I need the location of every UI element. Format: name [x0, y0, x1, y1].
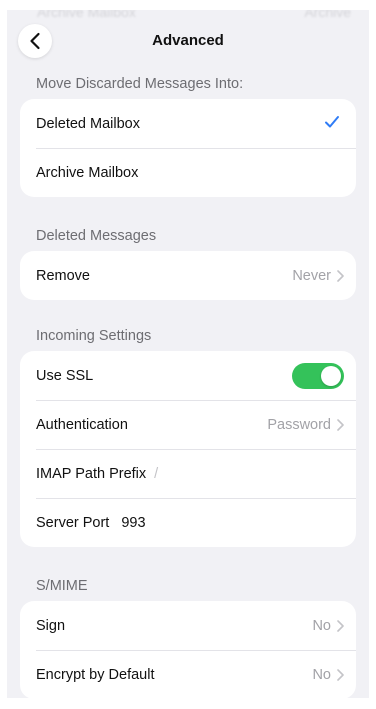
row-authentication[interactable]: Authentication Password: [20, 400, 356, 449]
section-header-move-discarded: Move Discarded Messages Into:: [36, 76, 244, 92]
checkmark-icon: [325, 116, 339, 128]
chevron-right-icon: [337, 269, 344, 282]
row-label: Encrypt by Default: [36, 666, 155, 683]
section-header-incoming-settings: Incoming Settings: [36, 328, 152, 344]
card-move-discarded: Deleted Mailbox Archive Mailbox: [20, 99, 356, 197]
row-label: Use SSL: [36, 367, 94, 384]
ghost-row-value: Archive: [304, 10, 351, 20]
server-port-input[interactable]: 993: [121, 515, 145, 531]
navigation-bar: Advanced: [7, 22, 369, 62]
scrolled-row-behind-nav: Archive Mailbox Archive: [37, 10, 351, 22]
row-sign[interactable]: Sign No: [20, 601, 356, 650]
option-archive-mailbox[interactable]: Archive Mailbox: [20, 148, 356, 197]
chevron-right-icon: [337, 668, 344, 681]
row-encrypt-by-default[interactable]: Encrypt by Default No: [20, 650, 356, 698]
row-label: Sign: [36, 617, 66, 634]
row-label: Remove: [36, 267, 90, 284]
row-remove[interactable]: Remove Never: [20, 251, 356, 300]
option-label: Deleted Mailbox: [36, 115, 140, 132]
option-label: Archive Mailbox: [36, 164, 139, 181]
row-value: Password: [267, 416, 331, 433]
chevron-right-icon: [337, 418, 344, 431]
row-value: No: [312, 617, 331, 634]
imap-path-prefix-input[interactable]: /: [154, 466, 158, 482]
option-deleted-mailbox[interactable]: Deleted Mailbox: [20, 99, 356, 148]
chevron-right-icon: [337, 619, 344, 632]
row-value: Never: [292, 267, 331, 284]
row-imap-path-prefix[interactable]: IMAP Path Prefix /: [20, 449, 356, 498]
row-label: Authentication: [36, 416, 128, 433]
row-label: Server Port: [36, 514, 110, 531]
card-deleted-messages: Remove Never: [20, 251, 356, 300]
row-label: IMAP Path Prefix: [36, 465, 147, 482]
card-incoming-settings: Use SSL Authentication Password IMAP Pat…: [20, 351, 356, 547]
settings-screen: Archive Mailbox Archive Advanced Move Di…: [7, 10, 369, 698]
section-header-smime: S/MIME: [36, 578, 88, 594]
row-use-ssl: Use SSL: [20, 351, 356, 400]
row-server-port[interactable]: Server Port 993: [20, 498, 356, 547]
ghost-row-label: Archive Mailbox: [37, 10, 136, 20]
row-value: No: [312, 666, 331, 683]
card-smime: Sign No Encrypt by Default No: [20, 601, 356, 698]
toggle-knob: [321, 366, 341, 386]
use-ssl-toggle[interactable]: [292, 363, 344, 389]
page-title: Advanced: [152, 32, 224, 49]
section-header-deleted-messages: Deleted Messages: [36, 228, 157, 244]
